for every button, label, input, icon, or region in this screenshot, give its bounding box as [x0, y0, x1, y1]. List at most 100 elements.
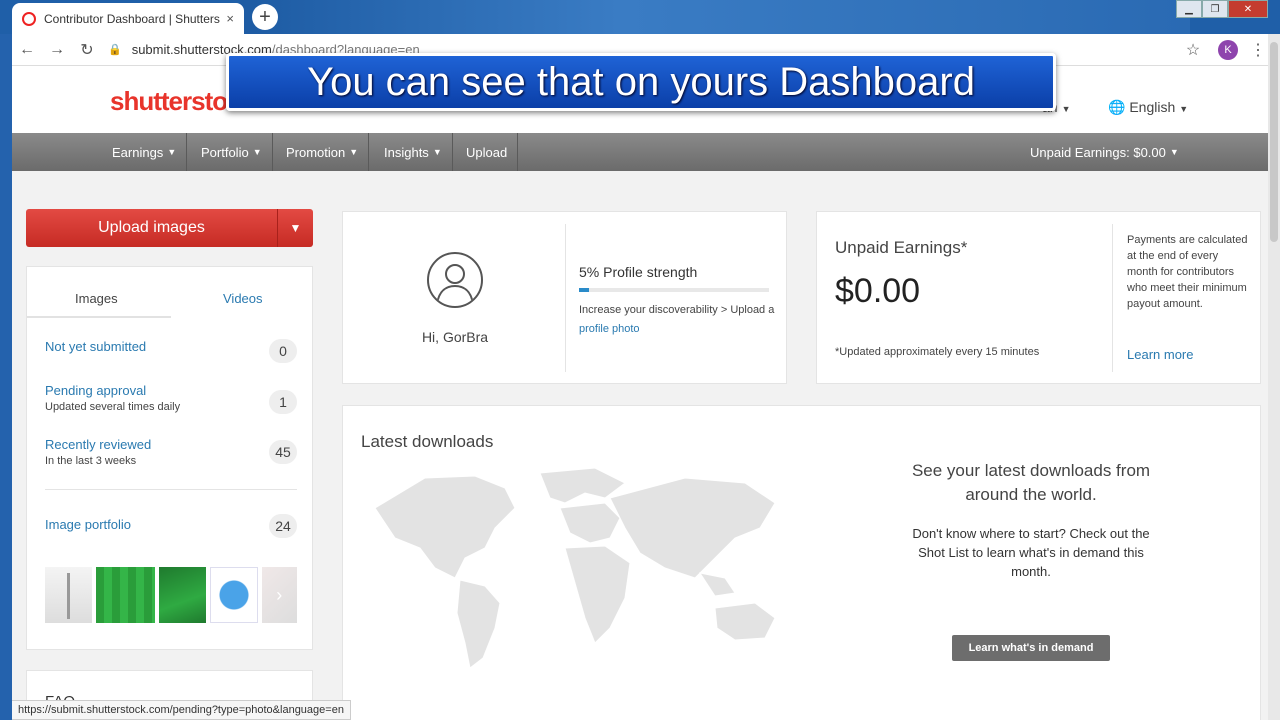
- stat-label[interactable]: Recently reviewed: [45, 437, 297, 452]
- new-tab-button[interactable]: +: [252, 4, 278, 30]
- stat-count: 24: [269, 514, 297, 538]
- stat-label[interactable]: Not yet submitted: [45, 339, 297, 354]
- profile-strength-bar: [579, 288, 769, 292]
- upload-images-label: Upload images: [98, 219, 205, 236]
- downloads-title: Latest downloads: [361, 432, 494, 451]
- lock-icon: 🔒: [108, 44, 122, 56]
- chevron-right-icon[interactable]: ›: [276, 585, 282, 606]
- chevron-down-icon: ▼: [1169, 147, 1179, 157]
- status-bar-url: https://submit.shutterstock.com/pending?…: [12, 700, 351, 720]
- stat-image-portfolio[interactable]: Image portfolio 24: [45, 514, 297, 538]
- forward-arrow-icon[interactable]: →: [42, 41, 72, 59]
- language-label: English: [1129, 99, 1176, 115]
- scrollbar-thumb[interactable]: [1270, 42, 1278, 242]
- profile-avatar-icon[interactable]: K: [1218, 39, 1238, 60]
- stat-sub: In the last 3 weeks: [45, 455, 137, 467]
- nav-portfolio[interactable]: Portfolio ▼: [191, 133, 273, 171]
- nav-unpaid-earnings[interactable]: Unpaid Earnings: $0.00 ▼: [1020, 133, 1189, 171]
- stat-recently-reviewed[interactable]: Recently reviewed In the last 3 weeks 45: [45, 437, 297, 467]
- nav-upload[interactable]: Upload: [456, 133, 519, 171]
- browser-tab[interactable]: Contributor Dashboard | Shutterstock ×: [12, 3, 244, 34]
- stat-count: 0: [269, 339, 297, 363]
- stat-count: 45: [269, 440, 297, 464]
- maximize-icon[interactable]: ❐: [1202, 0, 1228, 18]
- chevron-down-icon: ▼: [167, 147, 177, 157]
- payment-info: Payments are calculated at the end of ev…: [1127, 234, 1248, 310]
- reload-icon[interactable]: ↻: [72, 40, 102, 60]
- chevron-down-icon: ▼: [252, 147, 262, 157]
- stat-sub: Updated several times daily: [45, 401, 181, 413]
- browser-menu-icon[interactable]: ⋮: [1248, 40, 1268, 60]
- avatar[interactable]: [427, 252, 483, 308]
- shutterstock-favicon-icon: [22, 11, 36, 26]
- world-map-icon: [374, 468, 776, 669]
- nav-label: Promotion: [286, 144, 346, 160]
- page-content: shutterstock an▼ 🌐 English▼ Earnings▼ Po…: [12, 66, 1268, 720]
- downloads-headline: See your latest downloads from around th…: [911, 461, 1151, 504]
- desktop-background: [240, 0, 1190, 34]
- video-caption-overlay: You can see that on yours Dashboard: [226, 53, 1056, 111]
- chevron-down-icon: ▼: [432, 147, 442, 157]
- chevron-down-icon: ▼: [1179, 104, 1189, 114]
- nav-label: Earnings: [112, 144, 164, 160]
- earnings-note: *Updated approximately every 15 minutes: [835, 346, 1040, 358]
- chevron-down-icon: ▼: [1061, 104, 1071, 114]
- thumbnail[interactable]: [96, 567, 156, 623]
- earnings-title: Unpaid Earnings*: [835, 238, 968, 257]
- browser-tab-strip: Contributor Dashboard | Shutterstock × +…: [0, 0, 1280, 34]
- divider: [565, 224, 566, 372]
- learn-more-link[interactable]: Learn more: [1127, 347, 1193, 362]
- media-tabs: Images Videos: [27, 267, 314, 319]
- tab-title: Contributor Dashboard | Shutterstock: [44, 11, 220, 26]
- back-arrow-icon[interactable]: ←: [12, 41, 42, 59]
- nav-promotion[interactable]: Promotion ▼: [276, 133, 370, 171]
- profile-strength-fill: [579, 288, 589, 292]
- main-nav: Earnings ▼ Portfolio ▼ Promotion ▼ Insights…: [12, 133, 1268, 171]
- divider: [45, 489, 297, 490]
- thumbnail[interactable]: [45, 567, 93, 623]
- nav-label: Unpaid Earnings: $0.00: [1030, 144, 1166, 160]
- user-silhouette-icon: [436, 264, 474, 305]
- language-selector[interactable]: 🌐 English ▼: [1108, 99, 1188, 116]
- thumbnail[interactable]: [210, 567, 258, 623]
- profile-strength-tip: Increase your discoverability > Upload a…: [579, 301, 775, 339]
- window-controls: ▁ ❐ ✕: [1176, 0, 1268, 18]
- profile-strength-title: 5% Profile strength: [579, 264, 698, 280]
- earnings-value: $0.00: [835, 272, 921, 310]
- divider: [1112, 224, 1113, 372]
- chevron-down-icon: ▼: [349, 147, 359, 157]
- upload-images-button[interactable]: Upload images ▼: [26, 209, 313, 247]
- portfolio-thumbnails: ›: [45, 567, 297, 623]
- bookmark-star-icon[interactable]: ☆: [1178, 40, 1208, 60]
- minimize-icon[interactable]: ▁: [1176, 0, 1202, 18]
- stat-count: 1: [269, 390, 297, 414]
- earnings-card: Unpaid Earnings* $0.00 *Updated approxim…: [816, 211, 1261, 384]
- scrollbar[interactable]: [1268, 34, 1280, 720]
- tab-images[interactable]: Images: [75, 291, 118, 306]
- tab-videos[interactable]: Videos: [223, 291, 263, 306]
- desktop-edge: [0, 34, 12, 720]
- chevron-down-icon[interactable]: ▼: [277, 209, 313, 247]
- thumbnail-next[interactable]: ›: [261, 567, 297, 623]
- stat-label[interactable]: Image portfolio: [45, 517, 297, 532]
- learn-whats-in-demand-button[interactable]: Learn what's in demand: [952, 635, 1110, 661]
- nav-label: Upload: [466, 144, 508, 160]
- nav-earnings[interactable]: Earnings ▼: [102, 133, 188, 171]
- profile-photo-link[interactable]: profile photo: [579, 323, 640, 335]
- submissions-card: Images Videos Not yet submitted 0 Pendin…: [26, 266, 313, 650]
- downloads-body: Don't know where to start? Check out the…: [912, 526, 1150, 579]
- stat-not-yet-submitted[interactable]: Not yet submitted 0: [45, 339, 297, 363]
- active-tab-indicator: [27, 316, 171, 318]
- tip-text: Increase your discoverability > Upload a: [579, 304, 775, 316]
- thumbnail[interactable]: [159, 567, 207, 623]
- nav-insights[interactable]: Insights ▼: [374, 133, 453, 171]
- latest-downloads-card: Latest downloads See your latest downloa…: [342, 405, 1261, 720]
- window-close-icon[interactable]: ✕: [1228, 0, 1268, 18]
- profile-card: Hi, GorBra 5% Profile strength Increase …: [342, 211, 787, 384]
- stat-label[interactable]: Pending approval: [45, 383, 297, 398]
- globe-icon: 🌐: [1108, 99, 1130, 115]
- greeting: Hi, GorBra: [421, 329, 489, 345]
- close-tab-icon[interactable]: ×: [226, 11, 234, 26]
- nav-label: Insights: [384, 144, 429, 160]
- stat-pending-approval[interactable]: Pending approval Updated several times d…: [45, 383, 297, 414]
